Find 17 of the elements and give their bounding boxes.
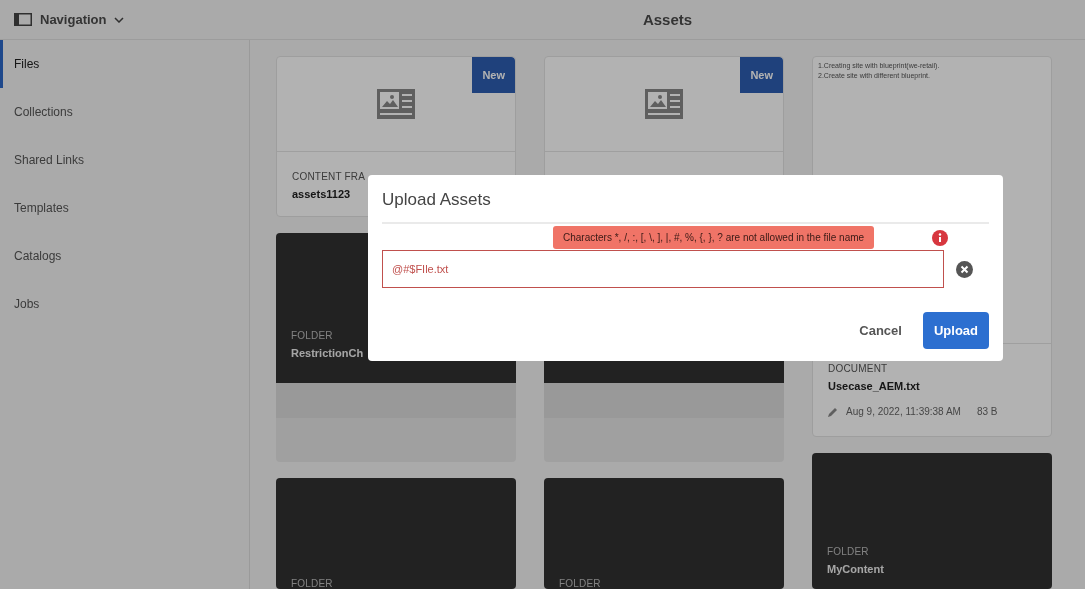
asset-type: FOLDER xyxy=(827,546,869,557)
asset-name: MyContent xyxy=(827,563,884,575)
asset-type: FOLDER xyxy=(291,578,333,589)
error-tooltip: Characters *, /, :, [, \, ], |, #, %, {, }, ? are not allowed in the file name xyxy=(553,226,875,249)
page-title: Assets xyxy=(641,11,694,28)
asset-name: assets1123 xyxy=(292,188,351,200)
asset-type: CONTENT FRA xyxy=(292,171,366,182)
asset-name: RestrictionCh xyxy=(291,347,364,359)
file-size: 83 B xyxy=(976,406,998,417)
asset-type: DOCUMENT xyxy=(828,363,888,374)
new-badge: New xyxy=(472,57,515,93)
dialog-title: Upload Assets xyxy=(382,175,989,224)
asset-name: Usecase_AEM.txt xyxy=(828,380,920,392)
modified-date: Aug 9, 2022, 11:39:38 AM xyxy=(846,406,961,417)
new-badge: New xyxy=(740,57,783,93)
asset-type: FOLDER xyxy=(559,578,601,589)
asset-type: FOLDER xyxy=(291,330,333,341)
